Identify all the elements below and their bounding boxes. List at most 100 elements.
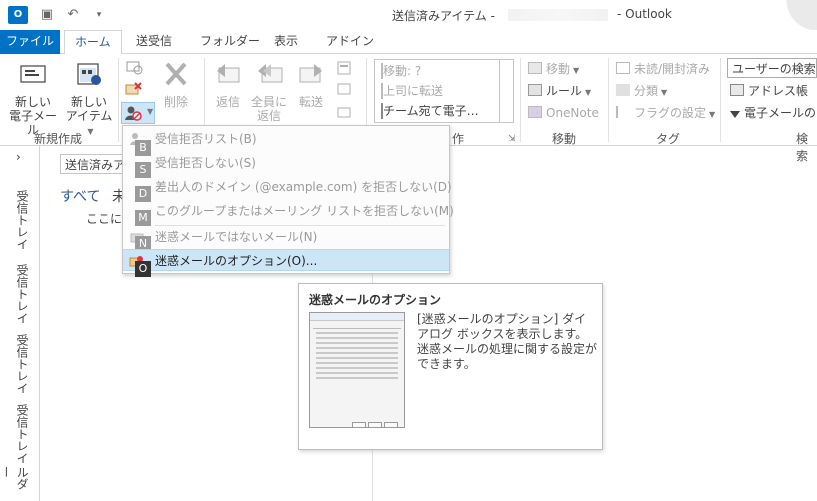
delete-label: 削除	[163, 95, 188, 109]
move-icon	[528, 62, 542, 74]
onenote-label: OneNote	[546, 106, 599, 120]
tab-addins[interactable]: アドイン	[316, 30, 384, 54]
address-book-button[interactable]: アドレス帳	[730, 82, 808, 100]
new-email-label-1: 新しい	[14, 95, 51, 109]
clean-up-icon[interactable]	[124, 80, 144, 98]
tab-view[interactable]: 表示	[264, 30, 308, 54]
rail-folder-other[interactable]: ルダー	[0, 466, 30, 501]
new-email-icon	[20, 65, 46, 83]
reply-label: 返信	[215, 95, 240, 109]
window-app-name: - Outlook	[617, 7, 672, 21]
menu-item-never-block-domain[interactable]: D 差出人のドメイン (@example.com) を拒否しない(D)	[123, 176, 452, 202]
reply-button[interactable]: 返信	[208, 60, 248, 109]
unread-read-button[interactable]: 未読/開封済み	[616, 60, 710, 78]
forward-button[interactable]: 転送	[290, 60, 332, 109]
new-email-button[interactable]: 新しい 電子メール	[6, 60, 60, 137]
address-book-label: アドレス帳	[748, 84, 809, 98]
more-respond-icon[interactable]	[336, 104, 354, 120]
group-label-tags: タグ	[656, 132, 681, 146]
categorize-label: 分類	[634, 84, 659, 98]
menu-item-not-junk-label: 迷惑メールではないメール(N)	[155, 230, 318, 244]
menu-item-never-block-group[interactable]: M このグループまたはメーリング リストを拒否しない(M)	[123, 200, 454, 226]
thumb-titlebar	[310, 313, 404, 321]
rules-icon	[528, 84, 542, 96]
menu-item-junk-options[interactable]: O 迷惑メールのオプション(O)...	[123, 249, 449, 277]
save-icon[interactable]: ▣	[38, 6, 56, 24]
tab-home[interactable]: ホーム	[64, 30, 122, 55]
reply-icon	[217, 64, 240, 83]
ignore-icon[interactable]	[124, 58, 144, 76]
quick-step-team-email[interactable]: チーム宛て電子…	[381, 102, 479, 119]
rail-folder-inbox-4[interactable]: 受信トレイ	[14, 404, 30, 464]
filter-email-button[interactable]: 電子メールのフ	[730, 104, 817, 122]
onenote-icon	[528, 106, 542, 118]
thumb-button	[352, 422, 366, 427]
chevron-down-icon: ▼	[573, 66, 580, 75]
follow-up-button[interactable]: フラグの設定 ▼	[616, 104, 715, 122]
group-label-find: 検索	[796, 132, 809, 163]
group-label-new: 新規作成	[34, 132, 83, 146]
junk-dropdown-menu: B 受信拒否リスト(B) S 受信拒否しない(S) D 差出人のドメイン (@e…	[122, 125, 454, 277]
tooltip-title: 迷惑メールのオプション	[309, 293, 442, 307]
rules-button[interactable]: ルール ▼	[528, 82, 591, 100]
title-bar: O ▣ ↶ ▾ 送信済みアイテム - - Outlook	[0, 0, 817, 30]
quick-step-move[interactable]: 移動: ?	[381, 62, 421, 79]
quick-steps-scrollbar[interactable]	[499, 60, 513, 122]
thumb-line	[316, 357, 398, 359]
undo-icon[interactable]: ↶	[64, 6, 82, 24]
outlook-app-icon: O	[8, 6, 28, 24]
im-icon[interactable]	[336, 82, 354, 98]
quick-step-move-label: 移動: ?	[383, 64, 422, 78]
unread-read-label: 未読/開封済み	[634, 62, 711, 76]
move-button[interactable]: 移動 ▼	[528, 60, 579, 78]
tab-file[interactable]: ファイル	[0, 30, 60, 54]
delete-button[interactable]: 削除	[154, 60, 198, 109]
reply-all-button[interactable]: 全員に 返信	[248, 60, 290, 123]
delete-icon	[165, 62, 187, 86]
dialog-launcher-icon[interactable]: ⇲	[508, 134, 516, 144]
follow-up-label: フラグの設定	[634, 106, 707, 120]
expand-chevron-icon[interactable]: ›	[16, 150, 21, 164]
group-divider	[118, 58, 119, 142]
junk-options-tooltip: 迷惑メールのオプション [迷惑メールのオプション] ダイアログ ボックスを表示し…	[298, 283, 603, 450]
thumb-line	[316, 367, 398, 369]
search-users-input[interactable]: ユーザーの検索	[727, 58, 817, 78]
menu-item-not-junk[interactable]: N 迷惑メールではないメール(N)	[123, 226, 449, 252]
chevron-down-icon: ▼	[147, 107, 154, 116]
filter-all-link[interactable]: すべて	[60, 186, 100, 206]
accelerator-key-o: O	[135, 261, 151, 277]
thumb-line	[316, 377, 398, 379]
onenote-button[interactable]: OneNote	[528, 104, 599, 122]
flag-icon	[616, 106, 630, 118]
forward-label: 転送	[298, 95, 323, 109]
new-items-label-1: 新しい	[70, 95, 107, 109]
group-label-move: 移動	[552, 132, 577, 146]
menu-item-blocked-senders[interactable]: B 受信拒否リスト(B)	[123, 128, 449, 156]
menu-item-never-block-group-label: このグループまたはメーリング リストを拒否しない(M)	[155, 204, 454, 218]
rail-folder-inbox-1[interactable]: 受信トレイ	[14, 190, 30, 250]
new-items-icon	[77, 63, 101, 85]
thumb-line	[316, 337, 398, 339]
customize-qat-chevron-icon[interactable]: ▾	[90, 6, 108, 24]
meeting-icon[interactable]	[336, 60, 354, 76]
thumb-line	[316, 347, 398, 349]
chevron-down-icon: ▼	[87, 127, 94, 136]
menu-item-never-block-sender-label: 受信拒否しない(S)	[155, 156, 256, 170]
tab-folder[interactable]: フォルダー	[190, 30, 270, 54]
group-divider	[608, 58, 609, 142]
categorize-button[interactable]: 分類 ▼	[616, 82, 667, 100]
group-label-quick-steps-partial: 作	[452, 132, 465, 146]
rail-folder-inbox-2[interactable]: 受信トレイ	[14, 264, 30, 324]
menu-item-never-block-sender[interactable]: S 受信拒否しない(S)	[123, 152, 449, 178]
reply-all-label-2: 返信	[256, 109, 281, 123]
rail-folder-inbox-3[interactable]: 受信トレイ	[14, 334, 30, 394]
thumb-line	[316, 342, 398, 344]
corner-decoration	[770, 0, 817, 30]
tab-send-receive[interactable]: 送受信	[126, 30, 182, 54]
thumb-buttons	[350, 417, 400, 427]
folder-rail: › 受信トレイ 受信トレイ 受信トレイ 受信トレイ ルダー	[0, 146, 40, 501]
thumb-button	[384, 422, 398, 427]
new-items-button[interactable]: 新しい アイテム ▼	[64, 60, 114, 139]
junk-button[interactable]: ▼	[121, 102, 155, 124]
quick-step-to-manager[interactable]: 上司に転送	[381, 82, 443, 99]
